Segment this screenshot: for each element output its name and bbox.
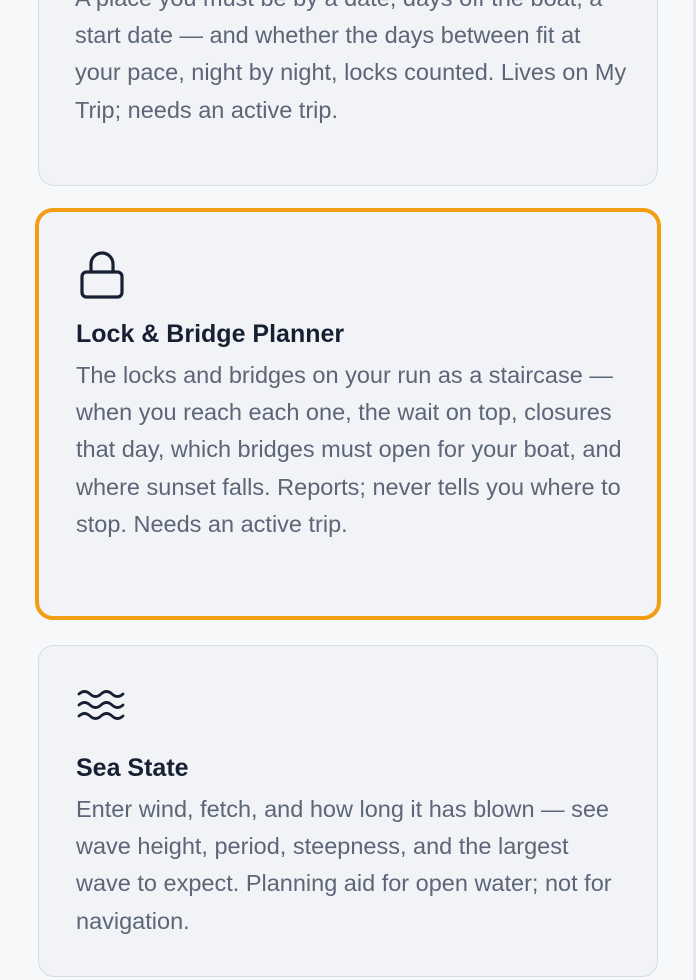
tool-card-trip-fit[interactable]: A place you must be by a date, days off …	[38, 0, 658, 186]
tool-card-title: Sea State	[76, 754, 189, 782]
tool-card-title: Lock & Bridge Planner	[76, 320, 345, 348]
tool-card-sea-state[interactable]: Sea State Enter wind, fetch, and how lon…	[38, 645, 658, 977]
lock-icon	[78, 250, 126, 299]
waves-icon	[76, 686, 125, 734]
tool-card-description: The locks and bridges on your run as a s…	[76, 362, 622, 537]
tool-card-description: A place you must be by a date, days off …	[75, 0, 627, 123]
tool-card-lock-bridge-planner[interactable]: Lock & Bridge Planner The locks and brid…	[35, 208, 661, 620]
tool-card-description: Enter wind, fetch, and how long it has b…	[76, 796, 612, 934]
